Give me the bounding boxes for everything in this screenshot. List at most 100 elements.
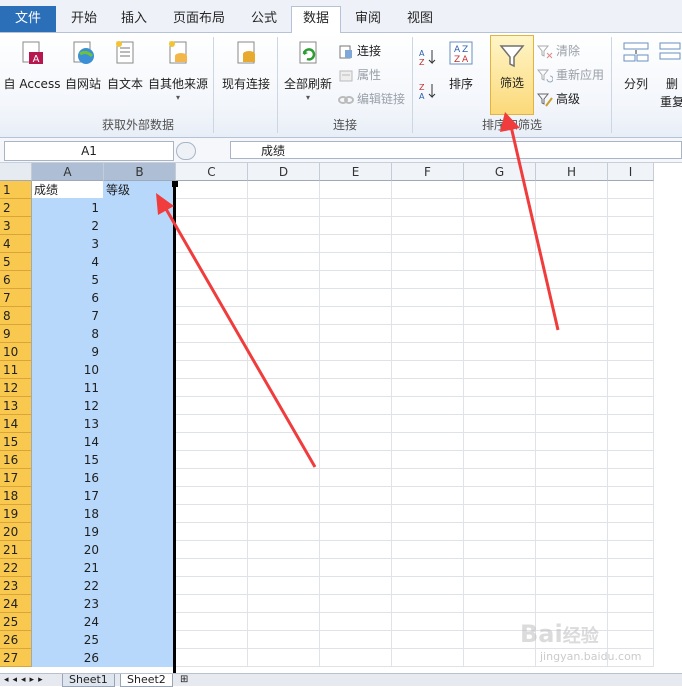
cell[interactable] — [464, 649, 536, 667]
cell[interactable] — [464, 379, 536, 397]
cell[interactable] — [536, 433, 608, 451]
cell[interactable] — [464, 433, 536, 451]
row-header[interactable]: 22 — [0, 559, 32, 577]
cell[interactable] — [320, 577, 392, 595]
row-header[interactable]: 13 — [0, 397, 32, 415]
cell[interactable] — [392, 289, 464, 307]
cell[interactable] — [248, 271, 320, 289]
cell[interactable] — [536, 289, 608, 307]
cell[interactable] — [464, 451, 536, 469]
cell[interactable] — [248, 397, 320, 415]
column-header-h[interactable]: H — [536, 163, 608, 181]
cell[interactable] — [176, 397, 248, 415]
cell[interactable] — [392, 343, 464, 361]
row-header[interactable]: 10 — [0, 343, 32, 361]
row-header[interactable]: 1 — [0, 181, 32, 199]
cell[interactable] — [392, 307, 464, 325]
cell[interactable] — [608, 631, 654, 649]
cell[interactable] — [608, 271, 654, 289]
cell[interactable] — [392, 433, 464, 451]
cell[interactable] — [608, 523, 654, 541]
clear-filter-button[interactable]: 清除 — [537, 41, 580, 61]
row-header[interactable]: 18 — [0, 487, 32, 505]
cell[interactable] — [248, 217, 320, 235]
cell[interactable] — [248, 559, 320, 577]
from-other-sources-button[interactable]: 自其他来源 ▾ — [146, 37, 210, 113]
cell[interactable] — [176, 487, 248, 505]
cell[interactable] — [464, 271, 536, 289]
cell[interactable] — [608, 433, 654, 451]
text-to-columns-button[interactable]: 分列 — [614, 37, 658, 113]
cell[interactable] — [608, 235, 654, 253]
cell[interactable] — [248, 487, 320, 505]
cell[interactable] — [320, 325, 392, 343]
cell[interactable] — [176, 505, 248, 523]
row-header[interactable]: 12 — [0, 379, 32, 397]
tab-home[interactable]: 开始 — [62, 7, 106, 31]
row-header[interactable]: 24 — [0, 595, 32, 613]
formula-input[interactable]: 成绩 — [230, 141, 682, 159]
cell[interactable] — [464, 397, 536, 415]
cell[interactable] — [392, 469, 464, 487]
cell[interactable] — [392, 487, 464, 505]
advanced-filter-button[interactable]: 高级 — [537, 89, 580, 109]
cell[interactable] — [176, 181, 248, 199]
cell[interactable] — [536, 181, 608, 199]
cell[interactable] — [536, 523, 608, 541]
cell[interactable] — [608, 505, 654, 523]
cell[interactable] — [320, 379, 392, 397]
cell[interactable] — [536, 199, 608, 217]
cell[interactable] — [392, 217, 464, 235]
cell[interactable] — [320, 451, 392, 469]
cell[interactable] — [176, 361, 248, 379]
cell[interactable] — [392, 595, 464, 613]
cell[interactable] — [536, 469, 608, 487]
cell[interactable] — [464, 307, 536, 325]
cell[interactable] — [464, 559, 536, 577]
cell[interactable] — [176, 289, 248, 307]
cell[interactable] — [320, 559, 392, 577]
tab-data[interactable]: 数据 — [291, 6, 341, 33]
sheet-tab-sheet1[interactable]: Sheet1 — [62, 674, 115, 687]
cell[interactable] — [320, 271, 392, 289]
cell[interactable] — [536, 271, 608, 289]
row-header[interactable]: 2 — [0, 199, 32, 217]
cell[interactable] — [248, 433, 320, 451]
cell[interactable] — [176, 523, 248, 541]
cell[interactable] — [176, 631, 248, 649]
cell[interactable] — [608, 559, 654, 577]
sort-ascending-button[interactable]: AZ — [418, 47, 440, 67]
cell[interactable] — [176, 325, 248, 343]
remove-duplicates-button[interactable]: 删 重复 — [658, 37, 682, 113]
cell[interactable] — [176, 379, 248, 397]
cell[interactable] — [608, 451, 654, 469]
cell[interactable] — [176, 469, 248, 487]
cell[interactable] — [536, 235, 608, 253]
cell[interactable] — [320, 217, 392, 235]
cell[interactable] — [392, 559, 464, 577]
cell[interactable] — [320, 469, 392, 487]
row-header[interactable]: 20 — [0, 523, 32, 541]
cell[interactable] — [248, 505, 320, 523]
cell[interactable] — [248, 523, 320, 541]
cell[interactable] — [608, 397, 654, 415]
cell[interactable] — [176, 415, 248, 433]
cell[interactable] — [248, 379, 320, 397]
cell[interactable] — [176, 271, 248, 289]
sheet-tab-sheet2[interactable]: Sheet2 — [120, 674, 173, 687]
cell[interactable] — [320, 433, 392, 451]
cell[interactable] — [320, 307, 392, 325]
tab-insert[interactable]: 插入 — [112, 7, 156, 31]
name-box-resize-handle[interactable] — [176, 142, 196, 160]
cell[interactable] — [464, 595, 536, 613]
cell[interactable] — [392, 325, 464, 343]
cell[interactable] — [608, 343, 654, 361]
cell[interactable] — [536, 397, 608, 415]
cell[interactable] — [392, 451, 464, 469]
reapply-button[interactable]: 重新应用 — [537, 65, 604, 85]
cell[interactable] — [392, 649, 464, 667]
row-header[interactable]: 14 — [0, 415, 32, 433]
row-header[interactable]: 19 — [0, 505, 32, 523]
cell[interactable] — [608, 253, 654, 271]
cell[interactable] — [176, 217, 248, 235]
